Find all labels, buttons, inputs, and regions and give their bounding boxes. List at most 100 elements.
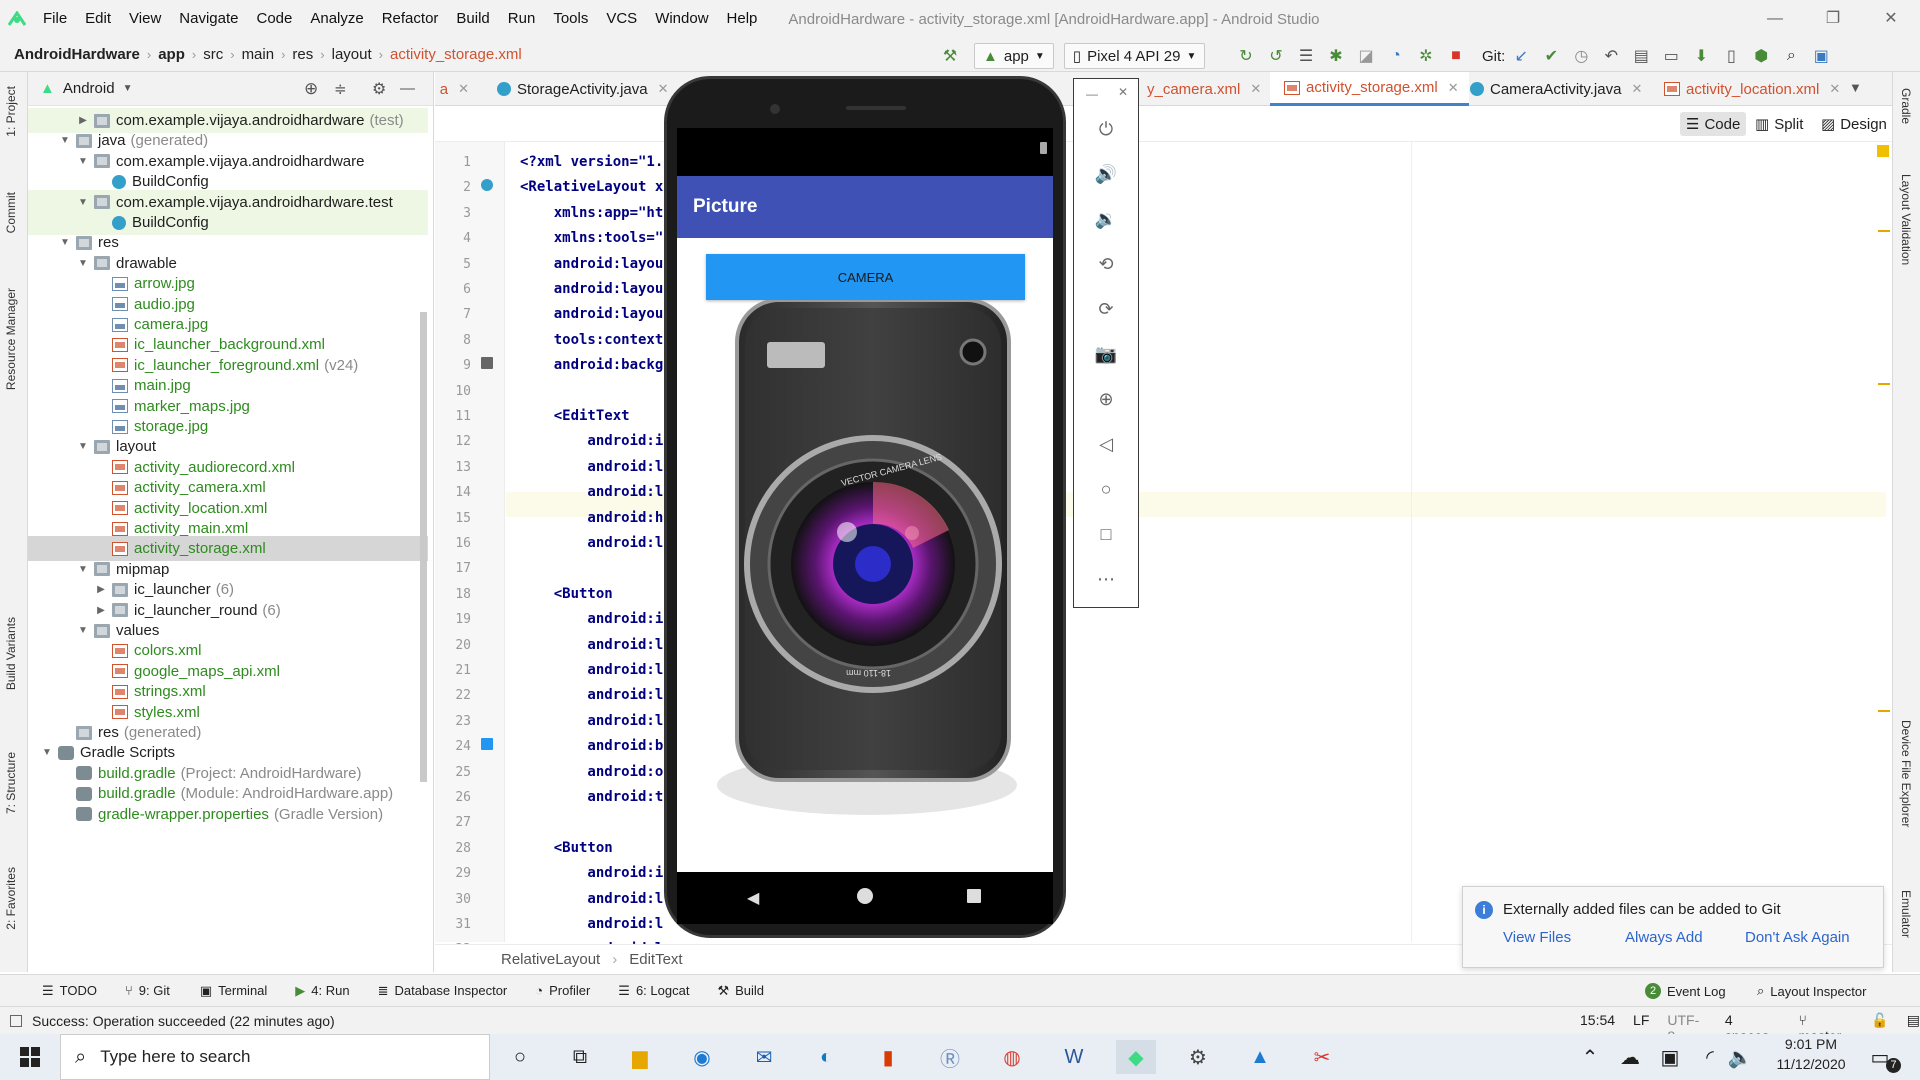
code-line[interactable]: android:backg [520, 353, 664, 378]
notes-tray-icon[interactable]: ▣ [1650, 1040, 1690, 1074]
view-files-link[interactable]: View Files [1503, 929, 1571, 946]
search-icon[interactable]: ⌕ [1777, 42, 1805, 70]
device-manager-icon[interactable]: ▯ [1717, 42, 1745, 70]
tab-storage-activity[interactable]: StorageActivity.java ✕ [483, 72, 679, 106]
overview-icon[interactable]: □ [1090, 518, 1122, 550]
git-commit-icon[interactable]: ✔ [1537, 42, 1565, 70]
breadcrumb-item[interactable]: main [242, 46, 275, 63]
apply-changes-icon[interactable]: ↻ [1232, 42, 1260, 70]
breadcrumb-relativelayout[interactable]: RelativeLayout [501, 951, 600, 968]
chevron-down-icon[interactable]: ▼ [76, 441, 90, 452]
menu-code[interactable]: Code [247, 0, 301, 38]
chevron-right-icon[interactable]: ▶ [94, 605, 108, 616]
always-add-link[interactable]: Always Add [1625, 929, 1703, 946]
git-tool-button[interactable]: ⑂ 9: Git [125, 983, 170, 998]
build-hammer-icon[interactable]: ⚒ [936, 42, 964, 70]
layout-inspector-button[interactable]: ⌕ Layout Inspector [1757, 983, 1866, 999]
git-update-icon[interactable]: ↙ [1507, 42, 1535, 70]
menu-window[interactable]: Window [646, 0, 717, 38]
code-line[interactable]: android:o [520, 760, 663, 785]
chevron-right-icon[interactable]: ▶ [94, 584, 108, 595]
code-line[interactable]: android:i [520, 429, 663, 454]
code-line[interactable]: android:l [520, 658, 663, 683]
breadcrumb-item[interactable]: activity_storage.xml [390, 46, 522, 63]
menu-edit[interactable]: Edit [76, 0, 120, 38]
cortana-icon[interactable]: ○ [500, 1040, 540, 1074]
task-view-icon[interactable]: ⧉ [560, 1040, 600, 1074]
chrome-icon[interactable]: ◍ [992, 1040, 1032, 1074]
tab-partial[interactable]: a ✕ [435, 72, 469, 106]
app-icon[interactable]: ◉ [682, 1040, 722, 1074]
resource-icon[interactable]: ⬢ [1747, 42, 1775, 70]
chevron-down-icon[interactable]: ▼ [58, 135, 72, 146]
terminal-tool-button[interactable]: ▣ Terminal [200, 983, 267, 999]
close-tab-icon[interactable]: ✕ [1250, 81, 1261, 97]
edge-icon[interactable]: ◐ [806, 1040, 846, 1074]
menu-build[interactable]: Build [447, 0, 498, 38]
code-line[interactable]: android:l [520, 531, 663, 556]
code-line[interactable]: xmlns:app="ht [520, 201, 664, 226]
breadcrumb-item[interactable]: AndroidHardware [14, 46, 140, 63]
emulator-tool-tab[interactable]: Emulator [1899, 890, 1913, 938]
code-line[interactable]: android:l [520, 455, 663, 480]
photos-icon[interactable]: ▲ [1240, 1040, 1280, 1074]
minimize-emulator-icon[interactable]: — [1086, 87, 1098, 101]
chevron-down-icon[interactable]: ▼ [76, 156, 90, 167]
tray-chevron-up-icon[interactable]: ⌃ [1570, 1040, 1610, 1074]
collapse-all-icon[interactable]: ≑ [334, 80, 347, 98]
build-variants-tool-tab[interactable]: Build Variants [4, 617, 18, 690]
more-options-icon[interactable]: ⋯ [1090, 563, 1122, 595]
close-emulator-icon[interactable]: ✕ [1118, 85, 1128, 99]
color-gutter-icon[interactable] [481, 738, 493, 751]
event-log-button[interactable]: 2 Event Log [1645, 983, 1726, 999]
code-line[interactable]: android:i [520, 861, 663, 886]
structure-tool-tab[interactable]: 7: Structure [4, 752, 18, 814]
split-view-button[interactable]: ▥ Split [1749, 112, 1809, 136]
git-history-icon[interactable]: ◷ [1567, 42, 1595, 70]
tree-item[interactable]: gradle-wrapper.properties (Gradle Version… [28, 802, 428, 827]
avd-manager-icon[interactable]: ▭ [1657, 42, 1685, 70]
chevron-right-icon[interactable]: ▶ [76, 115, 90, 126]
rotate-right-icon[interactable]: ⟳ [1090, 293, 1122, 325]
code-line[interactable]: android:h [520, 506, 663, 531]
r-studio-icon[interactable]: Ⓡ [930, 1040, 970, 1074]
class-gutter-icon[interactable] [481, 179, 493, 192]
commit-tool-tab[interactable]: Commit [4, 192, 18, 233]
tab-overflow-icon[interactable]: ▼ [1849, 80, 1862, 95]
code-line[interactable]: android:layou [520, 302, 664, 327]
chevron-down-icon[interactable]: ▼ [123, 83, 133, 94]
volume-down-icon[interactable]: 🔉 [1090, 203, 1122, 235]
close-icon[interactable]: ✕ [1862, 0, 1920, 38]
design-view-button[interactable]: ▨ Design [1815, 112, 1893, 136]
logcat-tool-button[interactable]: ☰ 6: Logcat [618, 983, 689, 999]
profile-icon[interactable]: ◔ [1382, 42, 1410, 70]
minimize-icon[interactable]: — [1746, 0, 1804, 38]
menu-vcs[interactable]: VCS [597, 0, 646, 38]
close-tab-icon[interactable]: ✕ [658, 81, 669, 97]
build-tool-button[interactable]: ⚒ Build [717, 983, 764, 999]
file-explorer-icon[interactable]: ▆ [620, 1040, 660, 1074]
code-line[interactable]: <Button [520, 836, 613, 861]
power-icon[interactable]: ⏻ [1090, 113, 1122, 145]
code-view-button[interactable]: ☰ Code [1680, 112, 1747, 136]
layout-validation-tool-tab[interactable]: Layout Validation [1899, 174, 1913, 265]
tab-activity-storage[interactable]: activity_storage.xml ✕ [1270, 72, 1469, 106]
snip-icon[interactable]: ✂ [1302, 1040, 1342, 1074]
code-line[interactable]: android:i [520, 607, 663, 632]
chevron-down-icon[interactable]: ▼ [76, 258, 90, 269]
device-file-explorer-tool-tab[interactable]: Device File Explorer [1899, 720, 1913, 827]
screenshot-icon[interactable]: 📷 [1090, 338, 1122, 370]
camera-button[interactable]: CAMERA [706, 254, 1025, 300]
back-nav-icon[interactable]: ◀ [747, 888, 759, 908]
code-line[interactable]: android:l [520, 709, 663, 734]
breadcrumb-item[interactable]: src [203, 46, 223, 63]
menu-run[interactable]: Run [499, 0, 545, 38]
emulator-screen[interactable]: Picture CAMERA VECTOR CAMERA LENS 18-110… [677, 128, 1053, 872]
project-tool-tab[interactable]: 1: Project [4, 86, 18, 137]
code-line[interactable]: <RelativeLayout x [520, 175, 663, 200]
breadcrumb-item[interactable]: layout [332, 46, 372, 63]
code-line[interactable]: android:layou [520, 252, 664, 277]
code-line[interactable]: <EditText [520, 404, 630, 429]
office-icon[interactable]: ▮ [868, 1040, 908, 1074]
onedrive-icon[interactable]: ☁ [1610, 1040, 1650, 1074]
